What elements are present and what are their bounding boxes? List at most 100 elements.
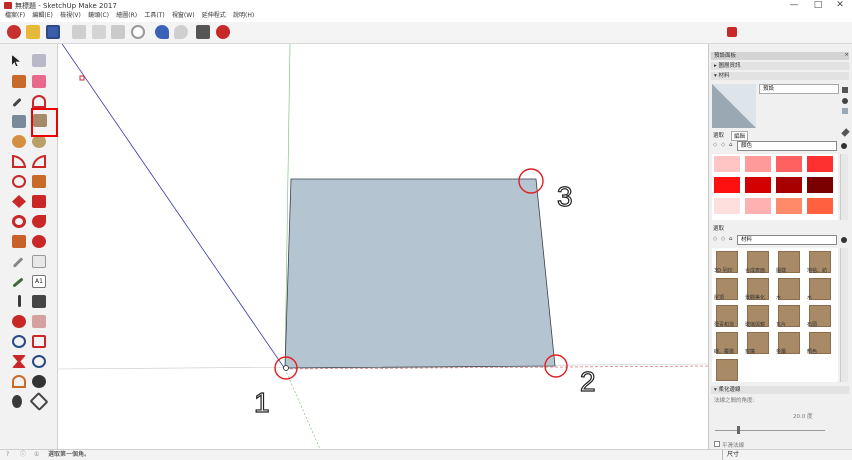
color-swatch[interactable]: [745, 156, 771, 172]
color-swatch[interactable]: [714, 177, 740, 193]
soften-edges-section[interactable]: ▾ 柔化邊線: [711, 386, 849, 394]
scale-icon[interactable]: [12, 235, 26, 248]
redo-icon[interactable]: [174, 25, 188, 39]
zoom-window-icon[interactable]: [32, 335, 46, 348]
menu-file[interactable]: 檔案(F): [5, 11, 25, 21]
soften-slider-handle[interactable]: [737, 426, 740, 434]
create-material-icon[interactable]: [842, 98, 848, 104]
nav-back-icon-2[interactable]: ◇: [713, 236, 717, 242]
erase-icon[interactable]: [131, 25, 145, 39]
paste-icon[interactable]: [111, 25, 125, 39]
minimize-button[interactable]: —: [782, 0, 806, 11]
color-swatch[interactable]: [745, 177, 771, 193]
orbit-icon[interactable]: [12, 315, 26, 328]
3d-text-icon[interactable]: [32, 295, 46, 308]
tab-edit[interactable]: 編輯: [731, 131, 749, 141]
push-pull-icon[interactable]: [32, 195, 46, 208]
materials-section[interactable]: ▾ 材料: [711, 72, 849, 80]
cut-icon[interactable]: [72, 25, 86, 39]
extension-icon[interactable]: [727, 27, 737, 37]
select-arrow-icon[interactable]: [12, 55, 20, 66]
color-swatch[interactable]: [807, 198, 833, 214]
details-arrow-icon-2[interactable]: [841, 237, 847, 243]
home-icon[interactable]: ⌂: [729, 142, 733, 148]
make-component-icon[interactable]: [32, 54, 46, 67]
drawn-rectangle-face[interactable]: [284, 178, 556, 369]
color-collection-dropdown[interactable]: 顏色: [737, 141, 837, 151]
viewport-canvas[interactable]: 1 2 3: [58, 44, 708, 449]
restore-button[interactable]: □: [806, 0, 830, 11]
menu-tools[interactable]: 工具(T): [144, 11, 164, 21]
circle-icon[interactable]: [12, 135, 26, 148]
color-swatch[interactable]: [807, 156, 833, 172]
nav-back-icon[interactable]: ◇: [713, 142, 717, 148]
info-icon[interactable]: ⓘ: [20, 450, 26, 460]
close-button[interactable]: ✕: [828, 0, 852, 11]
arc-icon[interactable]: [12, 155, 26, 168]
soften-slider[interactable]: [715, 430, 825, 431]
freehand-icon[interactable]: [32, 95, 46, 108]
tab-select[interactable]: 選取: [713, 131, 724, 139]
color-swatch[interactable]: [776, 177, 802, 193]
nav-forward-icon[interactable]: ◇: [721, 142, 725, 148]
undo-icon[interactable]: [155, 25, 169, 39]
menu-extensions[interactable]: 延伸程式: [202, 11, 226, 21]
look-around-icon[interactable]: [32, 375, 46, 388]
pan-icon[interactable]: [32, 315, 46, 328]
move-icon[interactable]: [12, 195, 26, 208]
color-swatch[interactable]: [745, 198, 771, 214]
print-icon[interactable]: [196, 25, 210, 39]
two-point-arc-icon[interactable]: [32, 155, 46, 168]
save-icon[interactable]: [46, 25, 60, 39]
color-swatch[interactable]: [714, 198, 740, 214]
section-plane-icon[interactable]: [29, 391, 49, 412]
material-name-input[interactable]: 預設: [759, 84, 839, 94]
display-material-icon[interactable]: [842, 87, 848, 93]
default-material-icon[interactable]: [842, 108, 848, 114]
color-swatch[interactable]: [776, 156, 802, 172]
material-thumbnail[interactable]: [716, 359, 738, 381]
drawing-viewport[interactable]: 1 2 3: [58, 44, 708, 449]
menu-draw[interactable]: 繪圖(R): [116, 11, 137, 21]
tape-measure-icon[interactable]: [12, 257, 24, 268]
color-grid-scrollbar[interactable]: [840, 154, 848, 220]
pie-icon[interactable]: [32, 175, 46, 188]
details-arrow-icon[interactable]: [841, 143, 847, 149]
home-icon-2[interactable]: ⌂: [729, 236, 733, 242]
text-tool-icon[interactable]: A1: [32, 275, 46, 288]
axes-icon[interactable]: [18, 295, 21, 307]
menu-edit[interactable]: 編輯(E): [32, 11, 52, 21]
menu-help[interactable]: 說明(H): [233, 11, 254, 21]
color-swatch[interactable]: [807, 177, 833, 193]
sample-paint-icon[interactable]: [841, 128, 850, 137]
copy-icon[interactable]: [92, 25, 106, 39]
open-folder-icon[interactable]: [26, 25, 40, 39]
material-grid-scrollbar[interactable]: [840, 248, 848, 382]
material-collection-dropdown[interactable]: 材料: [737, 235, 837, 245]
previous-view-icon[interactable]: [32, 355, 46, 368]
tray-close-button[interactable]: ×: [844, 52, 849, 58]
nav-forward-icon-2[interactable]: ◇: [721, 236, 725, 242]
protractor-icon[interactable]: [12, 277, 24, 288]
walk-icon[interactable]: [12, 395, 22, 408]
menu-window[interactable]: 視窗(W): [172, 11, 195, 21]
rotate-icon[interactable]: [12, 215, 26, 228]
dimension-icon[interactable]: [32, 255, 46, 268]
line-pencil-icon[interactable]: [12, 97, 22, 108]
paint-bucket-icon[interactable]: [12, 75, 26, 88]
zoom-icon[interactable]: [12, 335, 26, 348]
model-info-icon[interactable]: [216, 25, 230, 39]
geo-icon[interactable]: ①: [34, 450, 39, 460]
follow-me-icon[interactable]: [32, 215, 46, 228]
zoom-extents-icon[interactable]: [12, 355, 26, 368]
entity-info-section[interactable]: ▸ 圖層資訊: [711, 62, 849, 70]
help-icon[interactable]: ?: [6, 450, 9, 460]
position-camera-icon[interactable]: [12, 375, 26, 388]
color-swatch[interactable]: [714, 156, 740, 172]
menu-view[interactable]: 檢視(V): [60, 11, 81, 21]
eraser-icon[interactable]: [32, 75, 46, 88]
smooth-normals-checkbox[interactable]: [714, 441, 720, 447]
offset-icon[interactable]: [32, 235, 46, 248]
new-file-icon[interactable]: [7, 25, 21, 39]
rectangle-icon[interactable]: [12, 115, 26, 128]
